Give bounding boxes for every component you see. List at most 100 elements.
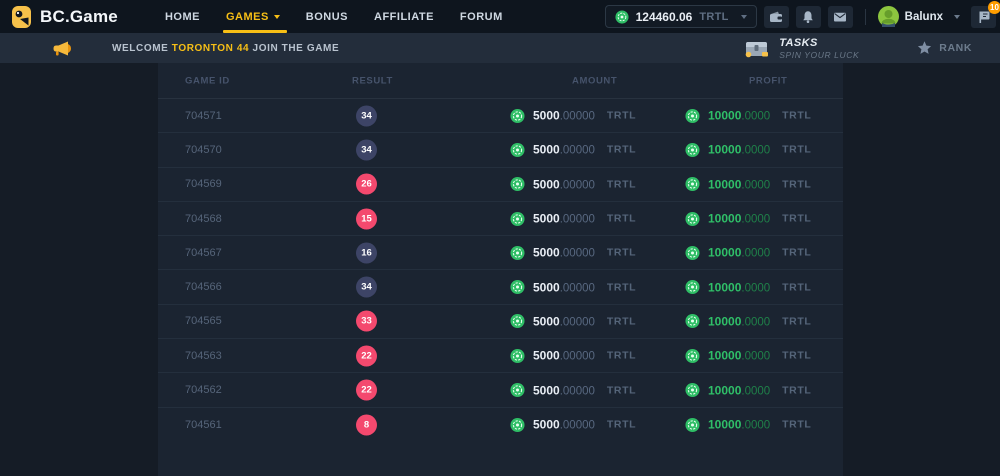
coin-icon (685, 245, 700, 260)
profit-value: 10000.0000 (708, 383, 770, 397)
wallet-button[interactable] (764, 6, 789, 28)
treasure-chest-icon (743, 37, 770, 59)
coin-icon (510, 108, 525, 123)
amount-value: 5000.00000 (533, 280, 595, 294)
profit-cell: 10000.0000 TRTL (685, 383, 811, 398)
nav-item-label: GAMES (226, 11, 269, 23)
chat-button[interactable]: 10 (971, 6, 996, 28)
result-badge: 8 (356, 414, 377, 435)
amount-currency: TRTL (607, 144, 636, 156)
table-row[interactable]: 704571 34 5000.00000 TRTL 10000.0 (158, 99, 843, 133)
profit-value: 10000.0000 (708, 143, 770, 157)
amount-currency: TRTL (607, 178, 636, 190)
brand-name: BC.Game (40, 7, 118, 27)
profit-currency: TRTL (782, 384, 811, 396)
coin-icon (685, 417, 700, 432)
result-badge: 22 (356, 345, 377, 366)
amount-value: 5000.00000 (533, 418, 595, 432)
tasks-title: TASKS (779, 37, 859, 49)
game-id: 704571 (185, 110, 222, 122)
game-id: 704561 (185, 419, 222, 431)
nav-item-forum[interactable]: FORUM (447, 0, 516, 33)
amount-value: 5000.00000 (533, 143, 595, 157)
amount-currency: TRTL (607, 384, 636, 396)
profit-currency: TRTL (782, 350, 811, 362)
coin-icon (510, 417, 525, 432)
amount-cell: 5000.00000 TRTL (510, 314, 636, 329)
nav-item-games[interactable]: GAMES (213, 0, 293, 33)
megaphone-icon (52, 40, 72, 57)
coin-icon (510, 211, 525, 226)
profit-cell: 10000.0000 TRTL (685, 417, 811, 432)
game-id: 704568 (185, 213, 222, 225)
coin-icon (685, 211, 700, 226)
profit-cell: 10000.0000 TRTL (685, 177, 811, 192)
profit-value: 10000.0000 (708, 246, 770, 260)
nav-item-home[interactable]: HOME (152, 0, 213, 33)
chevron-down-icon (954, 15, 960, 19)
username: Balunx (905, 11, 943, 23)
messages-button[interactable] (828, 6, 853, 28)
profit-value: 10000.0000 (708, 177, 770, 191)
amount-cell: 5000.00000 TRTL (510, 245, 636, 260)
welcome-username: TORONTON 44 (172, 43, 249, 54)
profit-cell: 10000.0000 TRTL (685, 314, 811, 329)
table-row[interactable]: 704565 33 5000.00000 TRTL 10000.0 (158, 305, 843, 339)
profit-cell: 10000.0000 TRTL (685, 142, 811, 157)
table-row[interactable]: 704563 22 5000.00000 TRTL 10000.0 (158, 339, 843, 373)
amount-cell: 5000.00000 TRTL (510, 142, 636, 157)
table-row[interactable]: 704567 16 5000.00000 TRTL 10000.0 (158, 236, 843, 270)
star-icon (917, 41, 932, 55)
amount-cell: 5000.00000 TRTL (510, 417, 636, 432)
welcome-banner: WELCOME TORONTON 44 JOIN THE GAME TASKS … (0, 33, 1000, 63)
result-badge: 33 (356, 311, 377, 332)
coin-icon (510, 348, 525, 363)
table-row[interactable]: 704569 26 5000.00000 TRTL 10000.0 (158, 168, 843, 202)
profit-value: 10000.0000 (708, 280, 770, 294)
amount-cell: 5000.00000 TRTL (510, 211, 636, 226)
coin-icon (685, 314, 700, 329)
rank-widget[interactable]: RANK (917, 41, 972, 55)
coin-icon (510, 177, 525, 192)
amount-cell: 5000.00000 TRTL (510, 348, 636, 363)
amount-cell: 5000.00000 TRTL (510, 383, 636, 398)
result-badge: 34 (356, 105, 377, 126)
amount-currency: TRTL (607, 110, 636, 122)
balance-selector[interactable]: 124460.06 TRTL (605, 5, 757, 28)
table-row[interactable]: 704562 22 5000.00000 TRTL 10000.0 (158, 373, 843, 407)
brand-logo[interactable]: BC.Game (10, 5, 118, 29)
profit-currency: TRTL (782, 315, 811, 327)
table-row[interactable]: 704566 34 5000.00000 TRTL 10000.0 (158, 270, 843, 304)
user-menu[interactable]: Balunx (878, 6, 960, 27)
profit-value: 10000.0000 (708, 314, 770, 328)
profit-cell: 10000.0000 TRTL (685, 108, 811, 123)
result-badge: 16 (356, 242, 377, 263)
avatar (878, 6, 899, 27)
coin-icon (510, 280, 525, 295)
profit-currency: TRTL (782, 419, 811, 431)
profit-currency: TRTL (782, 213, 811, 225)
header-profit: PROFIT (749, 75, 787, 86)
notifications-button[interactable] (796, 6, 821, 28)
table-row[interactable]: 704561 8 5000.00000 TRTL 10000.00 (158, 408, 843, 442)
nav-item-label: AFFILIATE (374, 11, 434, 23)
amount-value: 5000.00000 (533, 349, 595, 363)
nav-item-affiliate[interactable]: AFFILIATE (361, 0, 447, 33)
amount-cell: 5000.00000 TRTL (510, 108, 636, 123)
profit-currency: TRTL (782, 144, 811, 156)
nav-item-label: HOME (165, 11, 200, 23)
amount-value: 5000.00000 (533, 109, 595, 123)
coin-icon (685, 142, 700, 157)
coin-icon (510, 383, 525, 398)
nav-item-bonus[interactable]: BONUS (293, 0, 361, 33)
amount-currency: TRTL (607, 213, 636, 225)
table-header: GAME ID RESULT AMOUNT PROFIT (158, 63, 843, 99)
tasks-widget[interactable]: TASKS SPIN YOUR LUCK (743, 37, 859, 60)
game-id: 704562 (185, 384, 222, 396)
game-id: 704569 (185, 178, 222, 190)
nav-item-label: BONUS (306, 11, 348, 23)
table-row[interactable]: 704568 15 5000.00000 TRTL 10000.0 (158, 202, 843, 236)
amount-currency: TRTL (607, 281, 636, 293)
profit-cell: 10000.0000 TRTL (685, 211, 811, 226)
table-row[interactable]: 704570 34 5000.00000 TRTL 10000.0 (158, 133, 843, 167)
